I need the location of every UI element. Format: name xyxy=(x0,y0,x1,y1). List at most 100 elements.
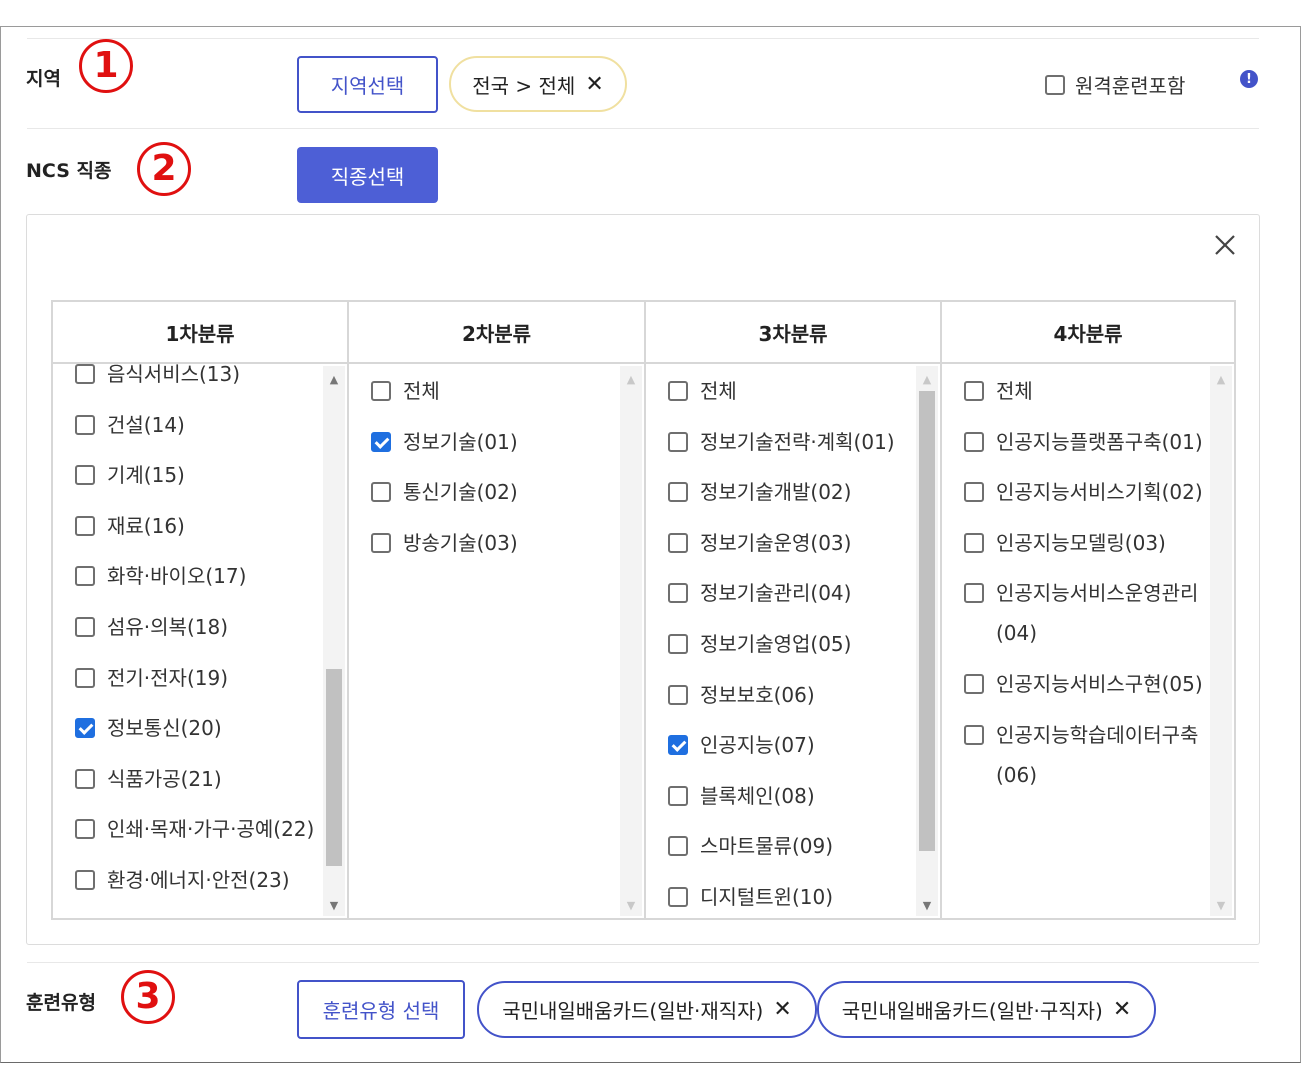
list-item[interactable]: 정보보호(06) xyxy=(668,675,910,715)
list-item[interactable]: 인공지능서비스구현(05) xyxy=(964,664,1204,704)
checkbox[interactable] xyxy=(371,431,391,452)
checkbox[interactable] xyxy=(75,667,95,688)
scrollbar[interactable]: ▲ ▼ xyxy=(1210,366,1232,916)
checkbox[interactable] xyxy=(668,431,688,452)
close-icon[interactable]: ✕ xyxy=(1113,997,1131,1022)
checkbox[interactable] xyxy=(964,673,984,694)
list-item[interactable]: 전기·전자(19) xyxy=(75,658,317,698)
checkbox[interactable] xyxy=(75,566,95,587)
list-item[interactable]: 통신기술(02) xyxy=(371,472,614,512)
list-item[interactable]: 디지털트윈(10) xyxy=(668,877,910,917)
scroll-up-icon[interactable]: ▲ xyxy=(323,370,345,388)
list-item[interactable]: 인공지능서비스운영관리(04) xyxy=(964,573,1204,653)
ncs-select-button[interactable]: 직종선택 xyxy=(297,147,438,203)
checkbox[interactable] xyxy=(668,482,688,503)
list-item[interactable]: 음식서비스(13) xyxy=(75,364,317,394)
list-item[interactable]: 인공지능모델링(03) xyxy=(964,523,1204,563)
list-item[interactable]: 정보기술관리(04) xyxy=(668,573,910,613)
checkbox[interactable] xyxy=(668,735,688,756)
list-item-label: 디지털트윈(10) xyxy=(700,884,834,909)
checkbox[interactable] xyxy=(668,684,688,705)
checkbox[interactable] xyxy=(75,414,95,435)
list-item[interactable]: 섬유·의복(18) xyxy=(75,607,317,647)
scroll-down-icon[interactable]: ▼ xyxy=(916,896,938,914)
info-icon[interactable]: ! xyxy=(1240,70,1258,88)
checkbox[interactable] xyxy=(964,381,984,401)
list-item[interactable]: 인공지능서비스기획(02) xyxy=(964,472,1204,512)
column-list[interactable]: 전체인공지능플랫폼구축(01) 인공지능서비스기획(02) 인공지능모델링(03) 인… xyxy=(942,364,1234,918)
list-item[interactable]: 전체 xyxy=(371,371,614,411)
scroll-thumb[interactable] xyxy=(326,669,342,866)
list-item[interactable]: 인쇄·목재·가구·공예(22) xyxy=(75,809,317,849)
list-item[interactable]: 식품가공(21) xyxy=(75,759,317,799)
checkbox[interactable] xyxy=(668,886,688,907)
close-icon[interactable]: ✕ xyxy=(773,997,791,1022)
list-item-label: 인공지능서비스구현(05) xyxy=(996,671,1203,696)
checkbox[interactable] xyxy=(75,616,95,637)
checkbox[interactable] xyxy=(1045,74,1065,95)
list-item[interactable]: 정보기술(01) xyxy=(371,422,614,462)
checkbox[interactable] xyxy=(964,532,984,553)
close-icon[interactable] xyxy=(1212,232,1238,258)
checkbox[interactable] xyxy=(964,583,984,604)
close-icon[interactable]: ✕ xyxy=(585,72,603,97)
list-item[interactable]: 재료(16) xyxy=(75,506,317,546)
checkbox[interactable] xyxy=(75,465,95,486)
training-chip[interactable]: 국민내일배움카드(일반·구직자) ✕ xyxy=(817,981,1156,1038)
list-item[interactable]: 블록체인(08) xyxy=(668,776,910,816)
region-select-button[interactable]: 지역선택 xyxy=(297,56,438,113)
checkbox[interactable] xyxy=(75,515,95,536)
scroll-up-icon[interactable]: ▲ xyxy=(1210,370,1232,388)
list-item[interactable]: 정보기술영업(05) xyxy=(668,624,910,664)
scrollbar[interactable]: ▲ ▼ xyxy=(916,366,938,916)
column-list[interactable]: 전체정보기술(01) 통신기술(02) 방송기술(03) ▲ ▼ xyxy=(349,364,644,918)
checkbox[interactable] xyxy=(964,482,984,503)
checkbox[interactable] xyxy=(75,819,95,840)
scroll-up-icon[interactable]: ▲ xyxy=(620,370,642,388)
list-item-label: 기계(15) xyxy=(107,463,185,488)
scrollbar[interactable]: ▲ ▼ xyxy=(323,366,345,916)
checkbox[interactable] xyxy=(668,633,688,654)
checkbox[interactable] xyxy=(668,583,688,604)
list-item[interactable]: 정보기술개발(02) xyxy=(668,472,910,512)
list-item[interactable]: 전체 xyxy=(964,371,1204,411)
checkbox[interactable] xyxy=(75,364,95,384)
training-chip[interactable]: 국민내일배움카드(일반·재직자) ✕ xyxy=(477,981,817,1038)
checkbox[interactable] xyxy=(371,532,391,553)
checkbox[interactable] xyxy=(75,768,95,789)
list-item[interactable]: 인공지능(07) xyxy=(668,725,910,765)
region-chip[interactable]: 전국 > 전체 ✕ xyxy=(449,56,627,112)
list-item[interactable]: 정보기술전략·계획(01) xyxy=(668,422,910,462)
list-item[interactable]: 스마트물류(09) xyxy=(668,826,910,866)
remote-training-checkbox[interactable]: 원격훈련포함 xyxy=(1045,70,1185,99)
scroll-thumb[interactable] xyxy=(919,391,935,851)
list-item[interactable]: 인공지능플랫폼구축(01) xyxy=(964,422,1204,462)
scroll-up-icon[interactable]: ▲ xyxy=(916,370,938,388)
checkbox[interactable] xyxy=(668,785,688,806)
list-item[interactable]: 전체 xyxy=(668,371,910,411)
checkbox[interactable] xyxy=(75,869,95,890)
list-item[interactable]: 화학·바이오(17) xyxy=(75,556,317,596)
checkbox[interactable] xyxy=(668,532,688,553)
list-item[interactable]: 기계(15) xyxy=(75,455,317,495)
list-item[interactable]: 환경·에너지·안전(23) xyxy=(75,860,317,900)
checkbox[interactable] xyxy=(371,482,391,503)
checkbox[interactable] xyxy=(75,718,95,739)
checkbox[interactable] xyxy=(964,724,984,745)
scroll-down-icon[interactable]: ▼ xyxy=(620,896,642,914)
checkbox[interactable] xyxy=(964,431,984,452)
scrollbar[interactable]: ▲ ▼ xyxy=(620,366,642,916)
list-item[interactable]: 인공지능학습데이터구축(06) xyxy=(964,715,1204,795)
checkbox[interactable] xyxy=(668,381,688,401)
list-item[interactable]: 정보통신(20) xyxy=(75,708,317,748)
list-item[interactable]: 정보기술운영(03) xyxy=(668,523,910,563)
checkbox[interactable] xyxy=(371,381,391,401)
list-item[interactable]: 방송기술(03) xyxy=(371,523,614,563)
training-type-select-button[interactable]: 훈련유형 선택 xyxy=(297,980,465,1039)
column-list[interactable]: 전체정보기술전략·계획(01) 정보기술개발(02) 정보기술운영(03) 정보기술관… xyxy=(646,364,940,918)
list-item[interactable]: 건설(14) xyxy=(75,405,317,445)
checkbox[interactable] xyxy=(668,836,688,857)
scroll-down-icon[interactable]: ▼ xyxy=(323,896,345,914)
scroll-down-icon[interactable]: ▼ xyxy=(1210,896,1232,914)
column-list[interactable]: 음식서비스(13) 건설(14) 기계(15) 재료(16) 화학·바이오(17) 섬유·… xyxy=(53,364,347,918)
